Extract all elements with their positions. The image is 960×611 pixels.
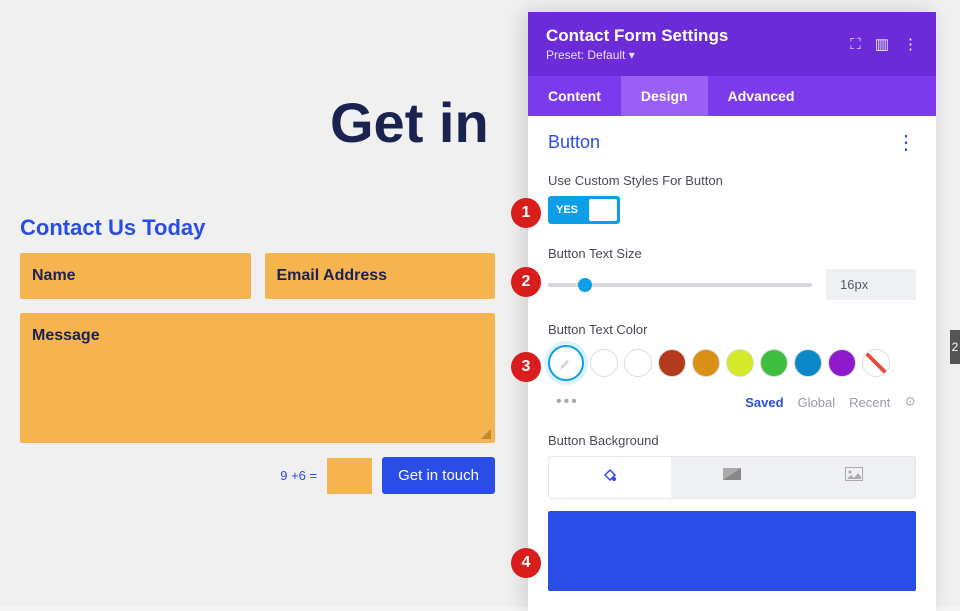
swatch-brick[interactable]	[658, 349, 686, 377]
bg-tab-image[interactable]	[793, 457, 915, 498]
annotation-2: 2	[511, 267, 541, 297]
swatch-purple[interactable]	[828, 349, 856, 377]
tab-advanced[interactable]: Advanced	[708, 76, 815, 116]
swatch-teal[interactable]	[794, 349, 822, 377]
annotation-1: 1	[511, 198, 541, 228]
custom-styles-label: Use Custom Styles For Button	[548, 173, 916, 188]
palette-tab-global[interactable]: Global	[798, 395, 836, 410]
page-title: Get in	[330, 90, 489, 155]
paint-icon	[602, 467, 618, 483]
section-button[interactable]: Button ⋮	[548, 130, 916, 155]
swatch-white[interactable]	[624, 349, 652, 377]
palette-gear-icon[interactable]: ⚙	[904, 394, 916, 410]
section-more-icon[interactable]: ⋮	[896, 130, 916, 155]
panel-preset[interactable]: Preset: Default ▾	[546, 48, 728, 62]
panel-title: Contact Form Settings	[546, 26, 728, 46]
captcha-input[interactable]	[327, 458, 372, 494]
gradient-icon	[723, 468, 741, 480]
swatch-more-icon[interactable]: •••	[548, 393, 579, 411]
section-button-label: Button	[548, 132, 600, 153]
captcha-label: 9 +6 =	[280, 468, 317, 483]
palette-tab-saved[interactable]: Saved	[745, 395, 783, 410]
message-field[interactable]: Message	[20, 313, 495, 443]
bg-label: Button Background	[548, 433, 916, 448]
email-field[interactable]: Email Address	[265, 253, 496, 299]
menu-icon[interactable]: ⋮	[903, 35, 918, 53]
tab-design[interactable]: Design	[621, 76, 708, 116]
swatch-green[interactable]	[760, 349, 788, 377]
eyedropper-icon	[558, 355, 574, 371]
annotation-4: 4	[511, 548, 541, 578]
bg-color-preview[interactable]	[548, 511, 916, 591]
submit-button[interactable]: Get in touch	[382, 457, 495, 494]
swatch-lime[interactable]	[726, 349, 754, 377]
expand-icon[interactable]: ⛶	[850, 36, 861, 53]
bg-tab-gradient[interactable]	[671, 457, 793, 498]
bg-tab-color[interactable]	[549, 457, 671, 498]
panel-tabs: Content Design Advanced	[528, 76, 936, 116]
settings-panel: Contact Form Settings Preset: Default ▾ …	[528, 12, 936, 611]
panel-header: Contact Form Settings Preset: Default ▾ …	[528, 12, 936, 76]
edge-tab[interactable]: 2	[950, 330, 960, 364]
name-field[interactable]: Name	[20, 253, 251, 299]
swatch-amber[interactable]	[692, 349, 720, 377]
tab-content[interactable]: Content	[528, 76, 621, 116]
text-size-label: Button Text Size	[548, 246, 916, 261]
text-size-value[interactable]: 16px	[826, 269, 916, 300]
toggle-knob	[589, 199, 617, 221]
form-heading: Contact Us Today	[20, 215, 205, 241]
toggle-yes-label: YES	[548, 204, 586, 216]
image-icon	[845, 467, 863, 481]
help-icon[interactable]: ▥	[875, 35, 889, 53]
palette-tab-recent[interactable]: Recent	[849, 395, 890, 410]
text-color-label: Button Text Color	[548, 322, 916, 337]
text-size-slider[interactable]	[548, 283, 812, 287]
swatch-selected[interactable]	[548, 345, 584, 381]
custom-styles-toggle[interactable]: YES	[548, 196, 620, 224]
page-canvas: Get in Contact Us Today Name Email Addre…	[0, 0, 960, 607]
swatch-none[interactable]	[862, 349, 890, 377]
contact-form: Name Email Address Message 9 +6 = Get in…	[20, 253, 495, 494]
swatch-black[interactable]	[590, 349, 618, 377]
slider-thumb[interactable]	[578, 278, 592, 292]
annotation-3: 3	[511, 352, 541, 382]
